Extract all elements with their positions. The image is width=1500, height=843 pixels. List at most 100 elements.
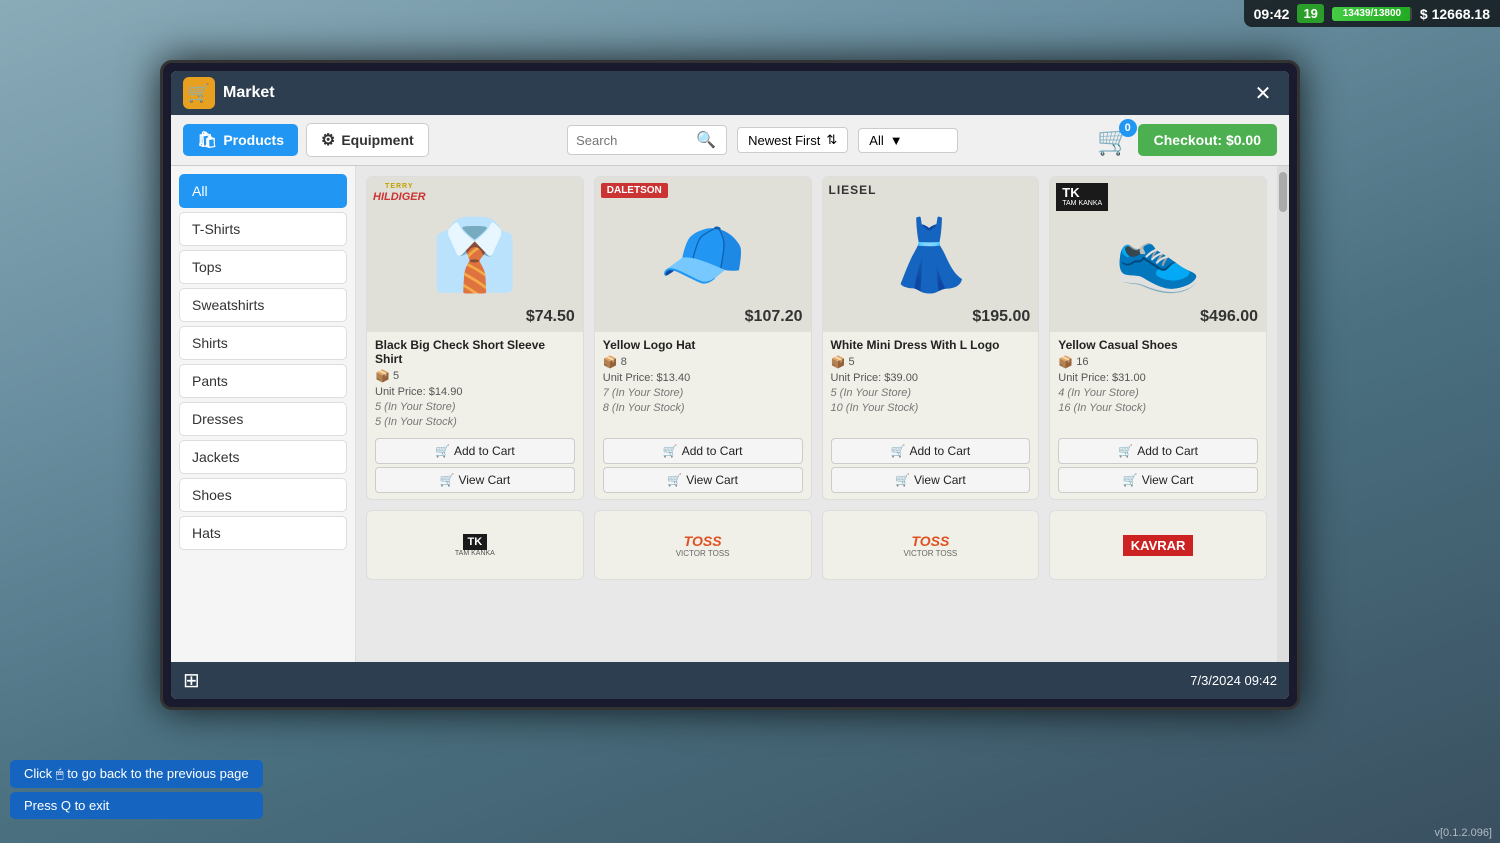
product-in-stock-2: 8 (In Your Stock) — [603, 402, 803, 414]
products-icon: 🛍 — [197, 130, 217, 150]
product-in-stock-3: 10 (In Your Stock) — [831, 402, 1031, 414]
sidebar-label-tshirts: T-Shirts — [192, 221, 240, 237]
box-icon-4: 📦 — [1058, 355, 1073, 369]
hud-xp-container: 13439/13800 — [1332, 7, 1412, 21]
box-icon-1: 📦 — [375, 369, 390, 383]
sidebar-label-tops: Tops — [192, 259, 222, 275]
sidebar-item-all[interactable]: All — [179, 174, 347, 208]
tab-products[interactable]: 🛍 Products — [183, 124, 298, 156]
product-image-1: TERRY HILDIGER 👔 $74.50 — [367, 177, 583, 332]
product-in-stock-1: 5 (In Your Stock) — [375, 416, 575, 428]
product-card-2: DALETSON 🧢 $107.20 Yellow Logo Hat 📦 8 — [594, 176, 812, 500]
product-in-store-4: 4 (In Your Store) — [1058, 387, 1258, 399]
sidebar-label-hats: Hats — [192, 525, 221, 541]
cart-badge: 0 — [1119, 119, 1137, 137]
tab-products-label: Products — [223, 132, 284, 148]
brand-logo-2: DALETSON — [601, 183, 668, 198]
cart-view-icon-1: 🛒 — [440, 473, 455, 487]
view-cart-button-2[interactable]: 🛒 View Cart — [603, 467, 803, 493]
sort-dropdown[interactable]: Newest First ⇅ — [737, 127, 848, 153]
partial-brand-1: TK — [463, 534, 488, 550]
product-name-3: White Mini Dress With L Logo — [831, 338, 1031, 352]
add-to-cart-button-2[interactable]: 🛒 Add to Cart — [603, 438, 803, 464]
sidebar-item-tshirts[interactable]: T-Shirts — [179, 212, 347, 246]
brand-logo-3: LIESEL — [829, 183, 877, 197]
add-to-cart-button-3[interactable]: 🛒 Add to Cart — [831, 438, 1031, 464]
products-grid: TERRY HILDIGER 👔 $74.50 Black Big Check … — [356, 166, 1277, 662]
sidebar-item-sweatshirts[interactable]: Sweatshirts — [179, 288, 347, 322]
search-input-wrap[interactable]: 🔍 — [567, 125, 727, 155]
scroll-bar[interactable] — [1277, 166, 1289, 662]
product-name-4: Yellow Casual Shoes — [1058, 338, 1258, 352]
brand-logo-4: TK TAM KANKA — [1056, 183, 1108, 211]
product-image-emoji-2: 🧢 — [659, 220, 746, 290]
sidebar-label-sweatshirts: Sweatshirts — [192, 297, 264, 313]
hint-back: Click 🖱 to go back to the previous page — [10, 760, 263, 788]
add-to-cart-button-4[interactable]: 🛒 Add to Cart — [1058, 438, 1258, 464]
sidebar-item-shirts[interactable]: Shirts — [179, 326, 347, 360]
sidebar-label-shirts: Shirts — [192, 335, 228, 351]
search-input[interactable] — [576, 133, 696, 148]
cart-add-icon-4: 🛒 — [1118, 444, 1133, 458]
sidebar-item-dresses[interactable]: Dresses — [179, 402, 347, 436]
sidebar-label-dresses: Dresses — [192, 411, 243, 427]
sidebar-item-hats[interactable]: Hats — [179, 516, 347, 550]
sidebar-label-shoes: Shoes — [192, 487, 232, 503]
product-qty-3: 📦 5 — [831, 355, 1031, 369]
partial-card-3: TOSS VICTOR TOSS — [822, 510, 1040, 580]
view-cart-button-4[interactable]: 🛒 View Cart — [1058, 467, 1258, 493]
product-name-2: Yellow Logo Hat — [603, 338, 803, 352]
sidebar-item-pants[interactable]: Pants — [179, 364, 347, 398]
hud-xp-fill — [1332, 7, 1410, 21]
product-info-1: Black Big Check Short Sleeve Shirt 📦 5 U… — [367, 332, 583, 434]
partial-card-2: TOSS VICTOR TOSS — [594, 510, 812, 580]
sidebar-item-shoes[interactable]: Shoes — [179, 478, 347, 512]
version-text: v[0.1.2.096] — [1435, 827, 1493, 839]
partial-brand-4: KAVRAR — [1123, 535, 1194, 556]
product-info-2: Yellow Logo Hat 📦 8 Unit Price: $13.40 7… — [595, 332, 811, 434]
add-to-cart-button-1[interactable]: 🛒 Add to Cart — [375, 438, 575, 464]
checkout-button[interactable]: Checkout: $0.00 — [1138, 124, 1277, 156]
product-unit-price-4: Unit Price: $31.00 — [1058, 372, 1258, 384]
sidebar-item-tops[interactable]: Tops — [179, 250, 347, 284]
cart-view-icon-3: 🛒 — [895, 473, 910, 487]
product-unit-price-1: Unit Price: $14.90 — [375, 386, 575, 398]
hud-xp-bar — [1332, 7, 1412, 21]
view-cart-button-1[interactable]: 🛒 View Cart — [375, 467, 575, 493]
product-unit-price-3: Unit Price: $39.00 — [831, 372, 1031, 384]
sidebar-label-all: All — [192, 183, 208, 199]
filter-dropdown[interactable]: All ▼ — [858, 128, 958, 153]
main-content: All T-Shirts Tops Sweatshirts Shirts Pan… — [171, 166, 1289, 662]
partial-brand-3: TOSS — [911, 533, 949, 549]
partial-brand-2: TOSS — [684, 533, 722, 549]
product-price-3: $195.00 — [972, 308, 1030, 326]
sidebar-label-pants: Pants — [192, 373, 228, 389]
cart-view-icon-2: 🛒 — [667, 473, 682, 487]
cart-icon-wrap: 🛒 0 — [1097, 124, 1132, 157]
window-title: Market — [223, 84, 275, 102]
product-card-4: TK TAM KANKA 👟 $496.00 Yellow Casual Sho… — [1049, 176, 1267, 500]
product-info-4: Yellow Casual Shoes 📦 16 Unit Price: $31… — [1050, 332, 1266, 434]
product-qty-2: 📦 8 — [603, 355, 803, 369]
close-button[interactable]: ✕ — [1249, 79, 1277, 107]
product-in-store-1: 5 (In Your Store) — [375, 401, 575, 413]
sidebar-label-jackets: Jackets — [192, 449, 239, 465]
scroll-thumb[interactable] — [1279, 172, 1287, 212]
box-icon-3: 📦 — [831, 355, 846, 369]
product-actions-2: 🛒 Add to Cart 🛒 View Cart — [595, 434, 811, 499]
product-image-4: TK TAM KANKA 👟 $496.00 — [1050, 177, 1266, 332]
bottom-datetime: 7/3/2024 09:42 — [1190, 673, 1277, 688]
market-window: 🛒 Market ✕ 🛍 Products ⚙ Equipment 🔍 — [171, 71, 1289, 699]
product-card-1: TERRY HILDIGER 👔 $74.50 Black Big Check … — [366, 176, 584, 500]
hud-time: 09:42 — [1254, 6, 1290, 22]
box-icon-2: 📦 — [603, 355, 618, 369]
product-price-1: $74.50 — [526, 308, 575, 326]
product-actions-4: 🛒 Add to Cart 🛒 View Cart — [1050, 434, 1266, 499]
tab-equipment[interactable]: ⚙ Equipment — [306, 123, 429, 157]
view-cart-button-3[interactable]: 🛒 View Cart — [831, 467, 1031, 493]
hud-level: 19 — [1297, 4, 1323, 23]
sidebar-item-jackets[interactable]: Jackets — [179, 440, 347, 474]
ui-hints: Click 🖱 to go back to the previous page … — [10, 760, 263, 823]
product-in-store-2: 7 (In Your Store) — [603, 387, 803, 399]
market-icon: 🛒 — [183, 77, 215, 109]
